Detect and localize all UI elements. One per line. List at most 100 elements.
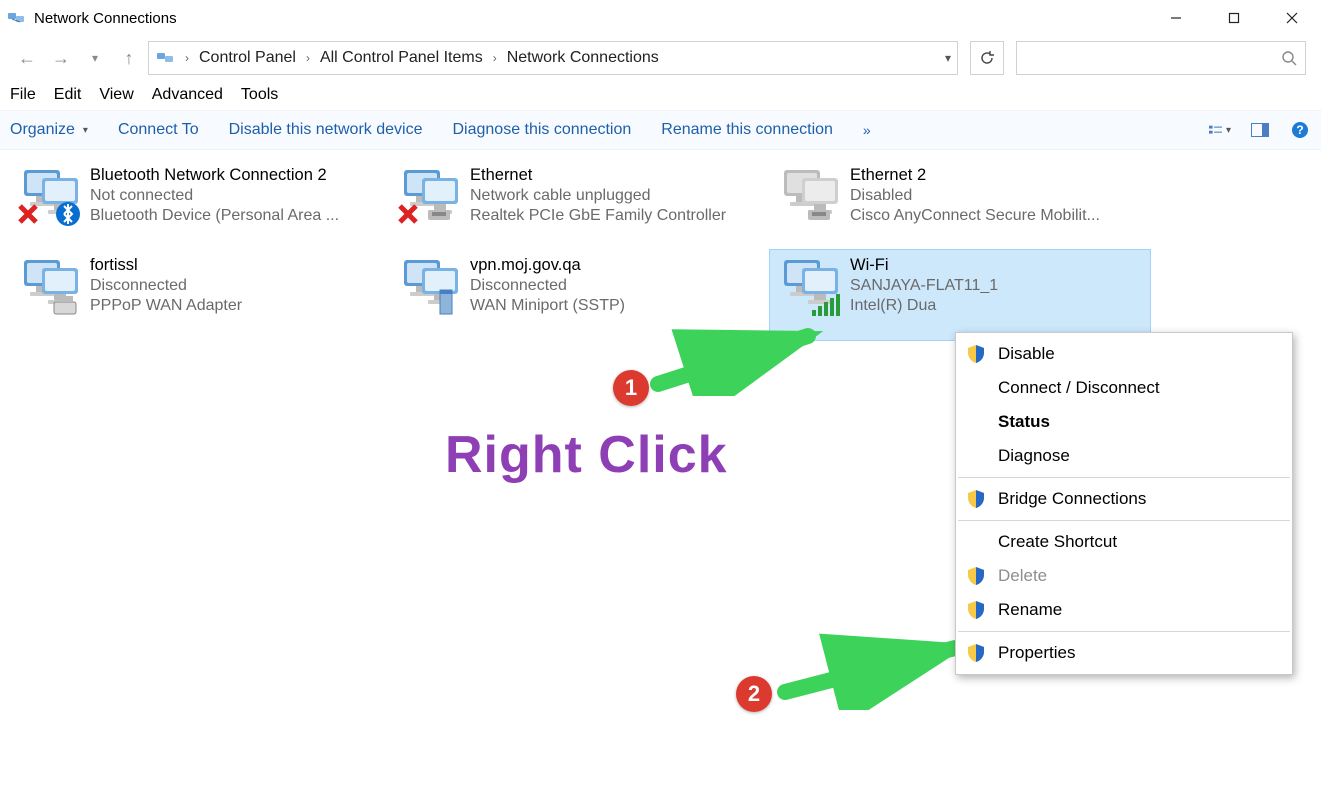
shield-icon xyxy=(966,566,986,586)
context-menu-item[interactable]: Status xyxy=(956,405,1292,439)
organize-menu[interactable]: Organize xyxy=(10,121,88,139)
help-button[interactable]: ? xyxy=(1289,119,1311,141)
context-menu-item[interactable]: Connect / Disconnect xyxy=(956,371,1292,405)
context-menu: Disable Connect / Disconnect Status Diagnos… xyxy=(955,332,1293,675)
connection-item[interactable]: fortissl Disconnected PPPoP WAN Adapter xyxy=(10,250,390,340)
connection-name: Wi-Fi xyxy=(850,256,998,275)
connection-name: fortissl xyxy=(90,256,242,275)
context-menu-item[interactable]: Create Shortcut xyxy=(956,525,1292,559)
title-bar: Network Connections xyxy=(0,0,1321,36)
annotation-badge-1: 1 xyxy=(613,370,649,406)
connection-status: Network cable unplugged xyxy=(470,187,726,205)
maximize-button[interactable] xyxy=(1205,0,1263,36)
context-menu-separator xyxy=(958,631,1290,632)
connection-status: SANJAYA-FLAT11_1 xyxy=(850,277,998,295)
search-icon xyxy=(1281,50,1297,66)
connection-status: Disabled xyxy=(850,187,1100,205)
connection-icon xyxy=(398,256,462,316)
cmd-diagnose[interactable]: Diagnose this connection xyxy=(452,121,631,139)
close-button[interactable] xyxy=(1263,0,1321,36)
connection-icon xyxy=(778,256,842,316)
cmd-rename[interactable]: Rename this connection xyxy=(661,121,833,139)
menu-advanced[interactable]: Advanced xyxy=(152,86,223,104)
shield-icon xyxy=(966,489,986,509)
connection-device: Cisco AnyConnect Secure Mobilit... xyxy=(850,207,1100,225)
refresh-button[interactable] xyxy=(970,41,1004,75)
connection-name: vpn.moj.gov.qa xyxy=(470,256,625,275)
window-title: Network Connections xyxy=(34,10,177,27)
svg-text:?: ? xyxy=(1296,123,1303,137)
connection-status: Disconnected xyxy=(470,277,625,295)
connection-item[interactable]: Ethernet 2 Disabled Cisco AnyConnect Sec… xyxy=(770,160,1150,250)
connection-device: Bluetooth Device (Personal Area ... xyxy=(90,207,339,225)
connection-item[interactable]: Bluetooth Network Connection 2 Not conne… xyxy=(10,160,390,250)
menu-edit[interactable]: Edit xyxy=(54,86,82,104)
annotation-text: Right Click xyxy=(445,425,728,485)
annotation-arrow-1 xyxy=(648,326,828,396)
cmd-disable-device[interactable]: Disable this network device xyxy=(229,121,423,139)
context-menu-separator xyxy=(958,520,1290,521)
back-button[interactable]: ← xyxy=(12,43,42,73)
chevron-right-icon[interactable]: › xyxy=(489,51,501,65)
context-menu-label: Rename xyxy=(998,600,1062,620)
annotation-arrow-2 xyxy=(775,630,975,710)
up-button[interactable]: ↑ xyxy=(114,43,144,73)
cmd-connect-to[interactable]: Connect To xyxy=(118,121,199,139)
shield-icon xyxy=(966,600,986,620)
connection-name: Bluetooth Network Connection 2 xyxy=(90,166,339,185)
search-input[interactable] xyxy=(1016,41,1306,75)
connection-name: Ethernet 2 xyxy=(850,166,1100,185)
menu-view[interactable]: View xyxy=(99,86,133,104)
connections-area: Bluetooth Network Connection 2 Not conne… xyxy=(0,150,1321,350)
breadcrumb-bar[interactable]: › Control Panel › All Control Panel Item… xyxy=(148,41,958,75)
context-menu-label: Properties xyxy=(998,643,1075,663)
cmd-overflow[interactable]: » xyxy=(863,122,871,138)
shield-icon xyxy=(966,344,986,364)
connection-status: Disconnected xyxy=(90,277,242,295)
context-menu-label: Create Shortcut xyxy=(998,532,1117,552)
minimize-button[interactable] xyxy=(1147,0,1205,36)
menu-tools[interactable]: Tools xyxy=(241,86,278,104)
context-menu-label: Disable xyxy=(998,344,1055,364)
context-menu-item[interactable]: Disable xyxy=(956,337,1292,371)
context-menu-label: Diagnose xyxy=(998,446,1070,466)
breadcrumb-segment[interactable]: Control Panel xyxy=(199,49,296,67)
view-options-button[interactable] xyxy=(1209,119,1231,141)
connection-icon xyxy=(398,166,462,226)
chevron-down-icon[interactable]: ▾ xyxy=(945,51,951,65)
annotation-badge-2: 2 xyxy=(736,676,772,712)
recent-locations-button[interactable]: ▾ xyxy=(80,43,110,73)
context-menu-item[interactable]: Properties xyxy=(956,636,1292,670)
connection-device: Intel(R) Dua xyxy=(850,297,998,315)
breadcrumb-segment[interactable]: Network Connections xyxy=(507,49,659,67)
connection-status: Not connected xyxy=(90,187,339,205)
connection-name: Ethernet xyxy=(470,166,726,185)
shield-icon xyxy=(966,643,986,663)
forward-button[interactable]: → xyxy=(46,43,76,73)
chevron-right-icon[interactable]: › xyxy=(181,51,193,65)
connection-device: WAN Miniport (SSTP) xyxy=(470,297,625,315)
context-menu-separator xyxy=(958,477,1290,478)
chevron-right-icon[interactable]: › xyxy=(302,51,314,65)
connection-icon xyxy=(778,166,842,226)
connection-icon xyxy=(18,256,82,316)
command-bar: Organize Connect To Disable this network… xyxy=(0,110,1321,150)
address-bar-row: ← → ▾ ↑ › Control Panel › All Control Pa… xyxy=(0,36,1321,80)
network-connections-icon xyxy=(6,8,26,28)
context-menu-item[interactable]: Rename xyxy=(956,593,1292,627)
context-menu-label: Status xyxy=(998,412,1050,432)
connection-device: Realtek PCIe GbE Family Controller xyxy=(470,207,726,225)
context-menu-item[interactable]: Diagnose xyxy=(956,439,1292,473)
context-menu-item: Delete xyxy=(956,559,1292,593)
context-menu-item[interactable]: Bridge Connections xyxy=(956,482,1292,516)
context-menu-label: Bridge Connections xyxy=(998,489,1146,509)
location-icon xyxy=(155,48,175,68)
window-controls xyxy=(1147,0,1321,36)
connection-device: PPPoP WAN Adapter xyxy=(90,297,242,315)
menu-file[interactable]: File xyxy=(10,86,36,104)
context-menu-label: Connect / Disconnect xyxy=(998,378,1160,398)
connection-item[interactable]: Ethernet Network cable unplugged Realtek… xyxy=(390,160,770,250)
breadcrumb-segment[interactable]: All Control Panel Items xyxy=(320,49,483,67)
connection-icon xyxy=(18,166,82,226)
preview-pane-button[interactable] xyxy=(1249,119,1271,141)
